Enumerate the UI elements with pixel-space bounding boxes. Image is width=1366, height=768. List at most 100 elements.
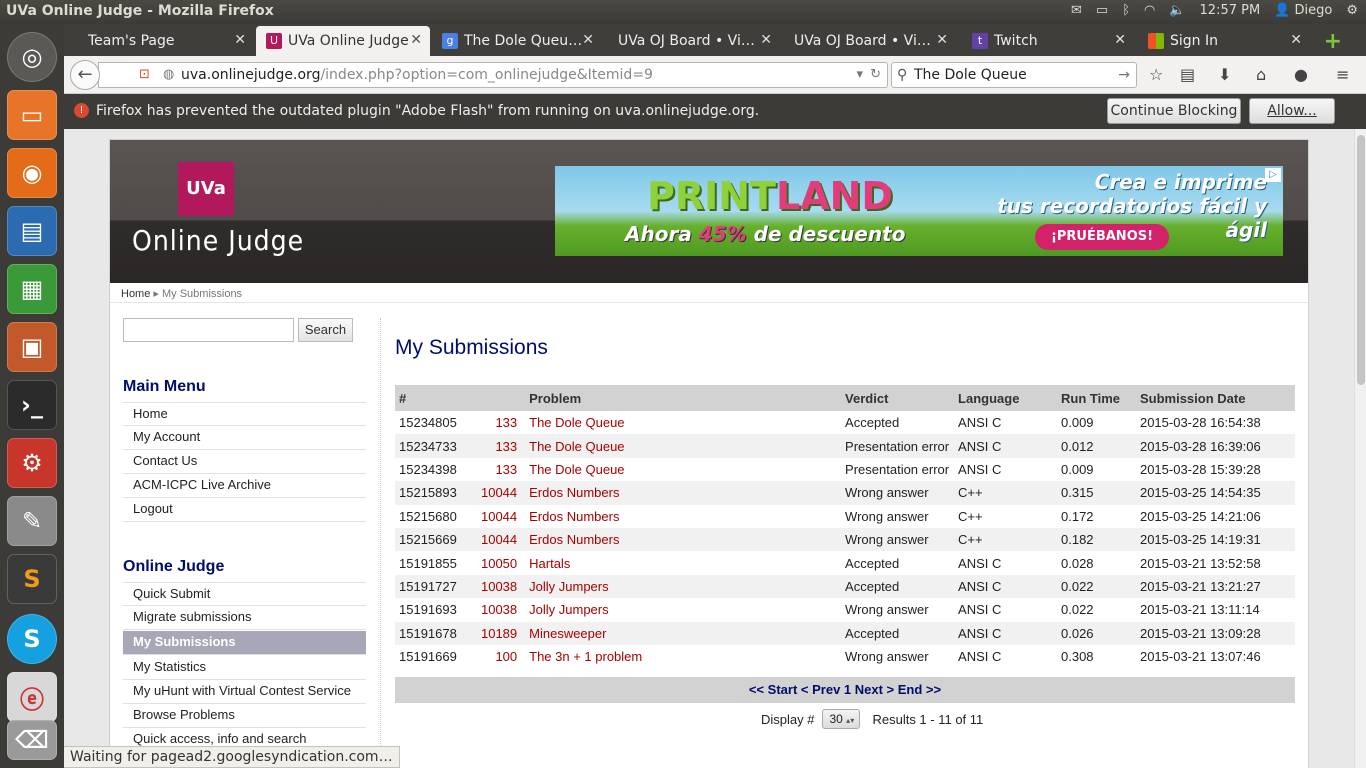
cell-problem-title[interactable]: The Dole Queue [525, 434, 842, 458]
user-menu[interactable]: 👤 Diego [1274, 3, 1332, 18]
back-button[interactable]: ← [70, 60, 100, 90]
chat-icon[interactable]: ● [1294, 65, 1308, 84]
wifi-icon[interactable]: ◠ [1144, 3, 1155, 18]
search-go-icon[interactable]: → [1118, 63, 1130, 87]
cell-problem-title[interactable]: Jolly Jumpers [525, 598, 841, 621]
cell-problem-number[interactable]: 133 [477, 458, 525, 481]
continue-blocking-button[interactable]: Continue Blocking [1107, 98, 1241, 124]
cell-problem-title[interactable]: Hartals [525, 551, 841, 574]
menu-item-my-submissions[interactable]: My Submissions [123, 631, 366, 655]
firefox-icon[interactable]: ◉ [7, 148, 57, 198]
trash-icon[interactable]: ⌫ [7, 720, 57, 760]
vertical-scrollbar[interactable] [1354, 129, 1366, 768]
document-viewer-icon[interactable]: ⓔ [7, 672, 57, 722]
bookmark-star-icon[interactable]: ☆ [1149, 65, 1163, 84]
calc-icon[interactable]: ▦ [7, 264, 57, 314]
allow-button[interactable]: Allow... [1249, 98, 1335, 124]
close-tab-icon[interactable]: ✕ [582, 32, 594, 48]
page-title: My Submissions [395, 336, 548, 359]
clock[interactable]: 12:57 PM [1200, 3, 1261, 18]
cell-problem-number[interactable]: 10044 [477, 505, 525, 528]
url-bar[interactable]: ⊡ ◍ uva.onlinejudge.org/index.php?option… [98, 62, 888, 88]
menu-icon[interactable]: ≡ [1336, 65, 1349, 84]
menu-item-uhunt[interactable]: My uHunt with Virtual Contest Service [123, 680, 366, 704]
banner-ad[interactable]: PRINTLAND Ahora 45% de descuento Crea e … [555, 166, 1283, 256]
skype-icon[interactable]: S [7, 614, 57, 664]
cell-submission-id: 15215893 [395, 481, 477, 505]
tab-dole-queue[interactable]: g The Dole Queu… ✕ [432, 26, 602, 56]
writer-icon[interactable]: ▤ [7, 206, 57, 256]
close-tab-icon[interactable]: ✕ [936, 32, 948, 48]
display-controls: Display # 30 ▴▾ Results 1 - 11 of 11 [761, 709, 983, 729]
results-count: Results 1 - 11 of 11 [872, 711, 984, 727]
tab-sign-in[interactable]: Sign In ✕ [1138, 26, 1310, 56]
menu-item-browse-problems[interactable]: Browse Problems [123, 704, 366, 728]
text-editor-icon[interactable]: ✎ [7, 496, 57, 546]
bookmarks-list-icon[interactable]: ▤ [1180, 65, 1195, 84]
impress-icon[interactable]: ▣ [7, 322, 57, 372]
tab-twitch[interactable]: t Twitch ✕ [962, 26, 1134, 56]
menu-item-contact-us[interactable]: Contact Us [123, 450, 366, 474]
settings-gear-icon[interactable]: ⚙ [1346, 3, 1358, 18]
cell-problem-number[interactable]: 10038 [477, 598, 525, 621]
cell-problem-number[interactable]: 10044 [476, 481, 526, 505]
close-tab-icon[interactable]: ✕ [1114, 32, 1126, 48]
url-dropdown-icon[interactable]: ▾ [856, 63, 863, 87]
cell-problem-number[interactable]: 10050 [477, 551, 525, 574]
cell-problem-title[interactable]: Jolly Jumpers [525, 574, 842, 599]
volume-icon[interactable]: 🔈 [1169, 3, 1185, 18]
search-bar[interactable]: ⚲ The Dole Queue → [891, 62, 1137, 88]
tab-teams-page[interactable]: Team's Page ✕ [78, 26, 254, 56]
files-icon[interactable]: ▭ [7, 90, 57, 140]
adchoices-icon[interactable]: ▷ [1265, 168, 1281, 182]
bluetooth-icon[interactable]: ᛒ [1122, 3, 1130, 18]
menu-item-migrate-submissions[interactable]: Migrate submissions [123, 606, 366, 630]
uva-logo[interactable]: UVa [178, 162, 234, 216]
close-tab-icon[interactable]: ✕ [234, 32, 246, 48]
menu-item-live-archive[interactable]: ACM-ICPC Live Archive [123, 474, 366, 498]
cell-problem-number[interactable]: 10044 [476, 527, 526, 552]
cell-problem-number[interactable]: 133 [476, 434, 526, 458]
site-search-button[interactable]: Search [298, 318, 353, 342]
cell-problem-number[interactable]: 100 [477, 645, 525, 668]
cell-problem-title[interactable]: Erdos Numbers [525, 527, 842, 552]
cell-problem-title[interactable]: Minesweeper [525, 621, 842, 645]
ubuntu-dash-icon[interactable]: ◎ [7, 32, 57, 82]
cell-problem-number[interactable]: 10189 [476, 621, 526, 645]
menu-item-my-statistics[interactable]: My Statistics [123, 656, 366, 680]
home-icon[interactable]: ⌂ [1256, 65, 1266, 84]
menu-item-quick-submit[interactable]: Quick Submit [123, 582, 366, 606]
cell-problem-title[interactable]: Erdos Numbers [525, 505, 841, 528]
cell-problem-title[interactable]: The Dole Queue [525, 458, 841, 481]
scrollbar-thumb[interactable] [1357, 135, 1365, 385]
cell-problem-title[interactable]: Erdos Numbers [525, 481, 842, 505]
sublime-icon[interactable]: S [7, 554, 57, 604]
ad-cta-button[interactable]: ¡PRUÉBANOS! [1035, 224, 1169, 250]
tab-uva-online-judge[interactable]: U UVa Online Judge ✕ [256, 26, 430, 56]
tab-uva-oj-board-1[interactable]: UVa OJ Board • Vi… ✕ [608, 26, 780, 56]
mail-icon[interactable]: ✉ [1071, 3, 1082, 18]
breadcrumb-home-link[interactable]: Home [121, 288, 150, 300]
reload-icon[interactable]: ↻ [870, 63, 881, 87]
cell-problem-title[interactable]: The Dole Queue [525, 411, 841, 434]
menu-item-home[interactable]: Home [123, 402, 366, 426]
system-settings-icon[interactable]: ⚙ [7, 438, 57, 488]
menu-item-logout[interactable]: Logout [123, 498, 366, 522]
cell-problem-number[interactable]: 133 [477, 411, 525, 434]
close-tab-icon[interactable]: ✕ [1290, 32, 1302, 48]
close-tab-icon[interactable]: ✕ [760, 32, 772, 48]
terminal-icon[interactable]: ›_ [7, 380, 57, 430]
site-search-input[interactable] [123, 318, 294, 342]
menu-item-my-account[interactable]: My Account [123, 426, 366, 450]
close-tab-icon[interactable]: ✕ [410, 32, 422, 48]
pagination[interactable]: << Start < Prev 1 Next > End >> [395, 677, 1295, 703]
tab-uva-oj-board-2[interactable]: UVa OJ Board • Vi… ✕ [784, 26, 956, 56]
cell-problem-number[interactable]: 10038 [476, 574, 526, 599]
breadcrumb-current: My Submissions [161, 288, 243, 300]
plugin-blocked-icon[interactable]: ⊡ [139, 63, 150, 87]
cell-problem-title[interactable]: The 3n + 1 problem [525, 645, 841, 668]
battery-icon[interactable]: ▭ [1096, 3, 1108, 18]
downloads-icon[interactable]: ⬇ [1218, 65, 1231, 84]
new-tab-plus-icon[interactable]: + [1324, 29, 1342, 54]
display-count-select[interactable]: 30 ▴▾ [822, 709, 861, 729]
